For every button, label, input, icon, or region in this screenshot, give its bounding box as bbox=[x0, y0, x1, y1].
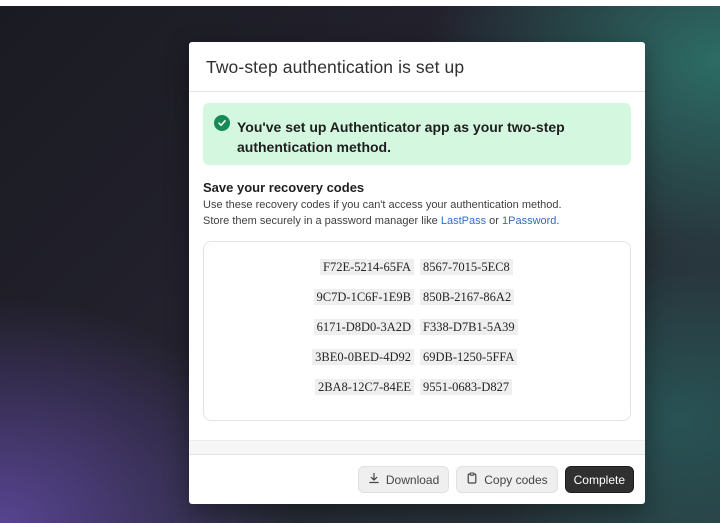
lastpass-link[interactable]: LastPass bbox=[441, 215, 486, 227]
footer-separator bbox=[189, 440, 645, 454]
success-banner-text: You've set up Authenticator app as your … bbox=[237, 119, 565, 155]
recovery-codes-heading: Save your recovery codes bbox=[203, 180, 365, 195]
code-row: 9C7D-1C6F-1E9B 850B-2167-86A2 bbox=[204, 288, 630, 318]
two-step-setup-dialog: Two-step authentication is set up You've… bbox=[189, 42, 645, 504]
code-row: 6171-D8D0-3A2D F338-D7B1-5A39 bbox=[204, 318, 630, 348]
copy-codes-button[interactable]: Copy codes bbox=[456, 466, 558, 493]
dialog-footer: Download Copy codes Complete bbox=[189, 454, 645, 504]
recovery-desc-end: . bbox=[556, 215, 560, 227]
clipboard-icon bbox=[466, 472, 478, 487]
dialog-body: You've set up Authenticator app as your … bbox=[189, 92, 645, 421]
recovery-code: 6171-D8D0-3A2D bbox=[313, 319, 414, 335]
download-button-label: Download bbox=[385, 472, 440, 487]
code-row: F72E-5214-65FA 8567-7015-5EC8 bbox=[204, 258, 630, 288]
recovery-code: 850B-2167-86A2 bbox=[420, 289, 515, 305]
1password-link[interactable]: 1Password bbox=[502, 215, 556, 227]
recovery-code: 69DB-1250-5FFA bbox=[420, 349, 518, 365]
dialog-header: Two-step authentication is set up bbox=[189, 42, 645, 92]
complete-button[interactable]: Complete bbox=[564, 466, 634, 493]
code-row: 3BE0-0BED-4D92 69DB-1250-5FFA bbox=[204, 348, 630, 378]
recovery-code: 9C7D-1C6F-1E9B bbox=[313, 289, 414, 305]
copy-codes-button-label: Copy codes bbox=[484, 472, 548, 487]
recovery-desc-or: or bbox=[486, 215, 502, 227]
recovery-code: F72E-5214-65FA bbox=[320, 259, 414, 275]
recovery-desc-prefix: Store them securely in a password manage… bbox=[203, 215, 441, 227]
recovery-desc-line1: Use these recovery codes if you can't ac… bbox=[203, 199, 562, 211]
download-button[interactable]: Download bbox=[357, 466, 450, 493]
recovery-codes-box: F72E-5214-65FA 8567-7015-5EC8 9C7D-1C6F-… bbox=[203, 241, 631, 421]
download-icon bbox=[368, 472, 380, 487]
success-banner: You've set up Authenticator app as your … bbox=[203, 103, 631, 165]
recovery-code: F338-D7B1-5A39 bbox=[420, 319, 518, 335]
top-edge-strip bbox=[0, 0, 720, 6]
recovery-code: 9551-0683-D827 bbox=[420, 379, 513, 395]
recovery-desc-line2: Store them securely in a password manage… bbox=[203, 213, 631, 229]
recovery-codes-description: Use these recovery codes if you can't ac… bbox=[203, 197, 631, 229]
code-row: 2BA8-12C7-84EE 9551-0683-D827 bbox=[204, 378, 630, 408]
recovery-code: 8567-7015-5EC8 bbox=[420, 259, 513, 275]
recovery-code: 3BE0-0BED-4D92 bbox=[312, 349, 414, 365]
check-circle-icon bbox=[214, 115, 230, 131]
recovery-code: 2BA8-12C7-84EE bbox=[314, 379, 414, 395]
dialog-title: Two-step authentication is set up bbox=[206, 57, 465, 77]
